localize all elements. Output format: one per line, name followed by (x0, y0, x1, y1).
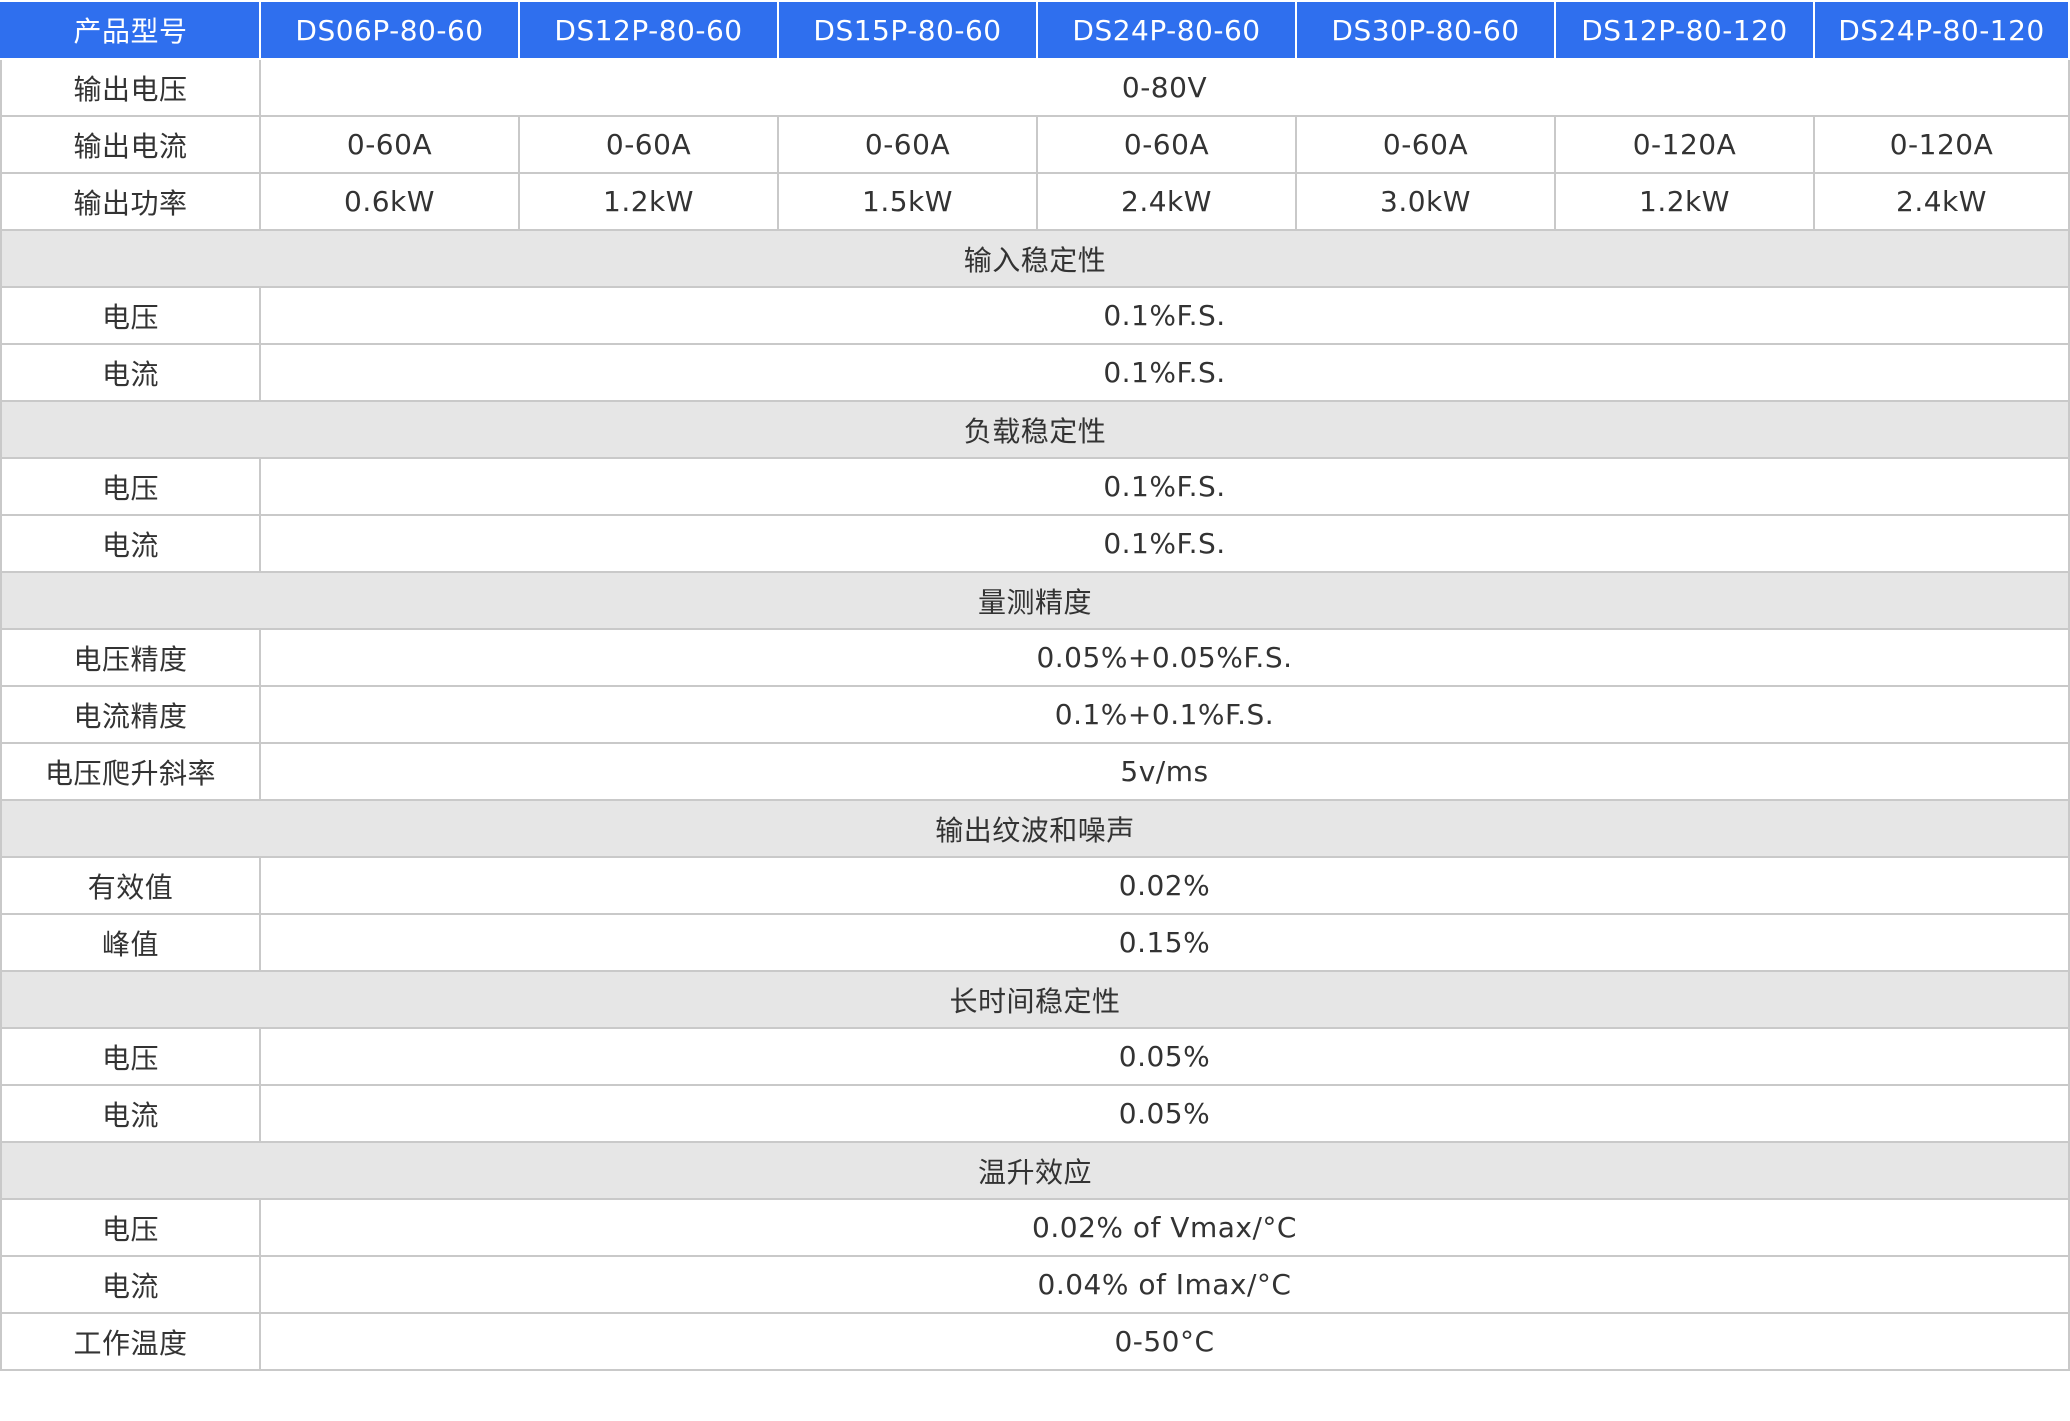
table-row: 电流 0.1%F.S. (0, 343, 2070, 402)
table-row: 电压 0.1%F.S. (0, 286, 2070, 345)
table-row: 电压 0.1%F.S. (0, 457, 2070, 516)
row-label: 输出电压 (0, 58, 261, 117)
table-row: 电流 0.05% (0, 1084, 2070, 1143)
cell-value: 0-60A (777, 115, 1038, 174)
row-value: 0.1%F.S. (259, 286, 2070, 345)
section-header-row: 温升效应 (0, 1141, 2070, 1200)
table-row: 电压精度 0.05%+0.05%F.S. (0, 628, 2070, 687)
cell-value: 0.6kW (259, 172, 520, 231)
table-row: 电流 0.1%F.S. (0, 514, 2070, 573)
table-row: 电流精度 0.1%+0.1%F.S. (0, 685, 2070, 744)
row-value: 5v/ms (259, 742, 2070, 801)
section-header-row: 输出纹波和噪声 (0, 799, 2070, 858)
section-title: 长时间稳定性 (0, 970, 2070, 1029)
cell-value: 0-120A (1554, 115, 1815, 174)
model-name: DS06P-80-60 (259, 0, 520, 60)
row-label: 电压爬升斜率 (0, 742, 261, 801)
row-value: 0.02% of Vmax/°C (259, 1198, 2070, 1257)
model-name: DS12P-80-60 (518, 0, 779, 60)
cell-value: 3.0kW (1295, 172, 1556, 231)
row-value: 0.1%F.S. (259, 343, 2070, 402)
row-label: 电压 (0, 457, 261, 516)
row-label: 电流 (0, 1255, 261, 1314)
table-row: 工作温度 0-50°C (0, 1312, 2070, 1371)
row-value: 0.05% (259, 1084, 2070, 1143)
table-row: 输出功率 0.6kW 1.2kW 1.5kW 2.4kW 3.0kW 1.2kW… (0, 172, 2070, 231)
section-header-row: 量测精度 (0, 571, 2070, 630)
row-label: 输出功率 (0, 172, 261, 231)
section-header-row: 长时间稳定性 (0, 970, 2070, 1029)
row-label: 电压 (0, 286, 261, 345)
table-row: 电流 0.04% of Imax/°C (0, 1255, 2070, 1314)
table-row: 电压 0.05% (0, 1027, 2070, 1086)
cell-value: 2.4kW (1036, 172, 1297, 231)
section-title: 负载稳定性 (0, 400, 2070, 459)
row-value: 0-80V (259, 58, 2070, 117)
row-label: 电流 (0, 514, 261, 573)
row-value: 0-50°C (259, 1312, 2070, 1371)
section-title: 温升效应 (0, 1141, 2070, 1200)
row-value: 0.1%F.S. (259, 514, 2070, 573)
row-value: 0.1%F.S. (259, 457, 2070, 516)
row-label: 电流 (0, 343, 261, 402)
cell-value: 1.2kW (1554, 172, 1815, 231)
row-value: 0.15% (259, 913, 2070, 972)
row-value: 0.05% (259, 1027, 2070, 1086)
row-label: 电流 (0, 1084, 261, 1143)
row-value: 0.1%+0.1%F.S. (259, 685, 2070, 744)
cell-value: 1.2kW (518, 172, 779, 231)
cell-value: 0-120A (1813, 115, 2070, 174)
cell-value: 0-60A (259, 115, 520, 174)
model-name: DS12P-80-120 (1554, 0, 1815, 60)
table-row: 电压爬升斜率 5v/ms (0, 742, 2070, 801)
cell-value: 0-60A (1295, 115, 1556, 174)
row-label: 电流精度 (0, 685, 261, 744)
table-row: 输出电流 0-60A 0-60A 0-60A 0-60A 0-60A 0-120… (0, 115, 2070, 174)
row-label: 输出电流 (0, 115, 261, 174)
row-label: 电压 (0, 1027, 261, 1086)
cell-value: 2.4kW (1813, 172, 2070, 231)
cell-value: 0-60A (518, 115, 779, 174)
model-name: DS24P-80-120 (1813, 0, 2070, 60)
table-row: 有效值 0.02% (0, 856, 2070, 915)
row-label: 工作温度 (0, 1312, 261, 1371)
cell-value: 1.5kW (777, 172, 1038, 231)
table-row: 输出电压 0-80V (0, 58, 2070, 117)
row-value: 0.05%+0.05%F.S. (259, 628, 2070, 687)
table-row: 峰值 0.15% (0, 913, 2070, 972)
row-value: 0.04% of Imax/°C (259, 1255, 2070, 1314)
model-name: DS15P-80-60 (777, 0, 1038, 60)
header-row: 产品型号 DS06P-80-60 DS12P-80-60 DS15P-80-60… (0, 0, 2070, 60)
model-label: 产品型号 (0, 0, 261, 60)
model-name: DS24P-80-60 (1036, 0, 1297, 60)
cell-value: 0-60A (1036, 115, 1297, 174)
table-row: 电压 0.02% of Vmax/°C (0, 1198, 2070, 1257)
row-label: 电压精度 (0, 628, 261, 687)
row-label: 有效值 (0, 856, 261, 915)
row-label: 峰值 (0, 913, 261, 972)
section-title: 输入稳定性 (0, 229, 2070, 288)
model-name: DS30P-80-60 (1295, 0, 1556, 60)
row-value: 0.02% (259, 856, 2070, 915)
section-title: 输出纹波和噪声 (0, 799, 2070, 858)
row-label: 电压 (0, 1198, 261, 1257)
section-title: 量测精度 (0, 571, 2070, 630)
section-header-row: 负载稳定性 (0, 400, 2070, 459)
spec-table: 产品型号 DS06P-80-60 DS12P-80-60 DS15P-80-60… (0, 0, 2070, 1371)
section-header-row: 输入稳定性 (0, 229, 2070, 288)
